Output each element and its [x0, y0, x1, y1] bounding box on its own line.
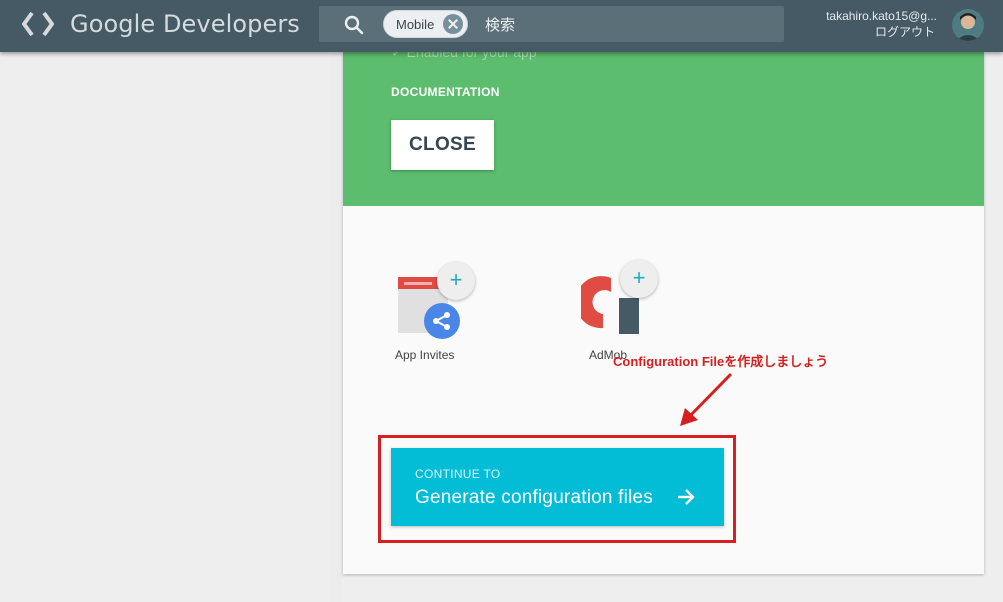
search-icon[interactable] — [343, 14, 365, 36]
documentation-link[interactable]: DOCUMENTATION — [391, 85, 500, 99]
service-label-app-invites: App Invites — [395, 348, 455, 362]
arrow-right-icon — [678, 489, 695, 505]
add-admob-button[interactable]: + — [620, 260, 658, 298]
annotation-text: Configuration Fileを作成しましょう — [613, 354, 829, 369]
add-app-invites-button[interactable]: + — [437, 262, 475, 300]
top-app-bar: Google Developers Mobile 検索 takahiro.kat… — [0, 0, 1003, 52]
logout-link[interactable]: ログアウト — [875, 23, 935, 40]
search-bar[interactable]: Mobile 検索 — [319, 6, 784, 42]
service-tile-app-invites[interactable]: + App Invites — [395, 262, 477, 372]
generate-config-label: Generate configuration files — [415, 487, 653, 508]
service-details-panel: ✓ Enabled for your app DOCUMENTATION CLO… — [343, 44, 984, 206]
continue-generate-config-button[interactable]: CONTINUE TO Generate configuration files — [391, 448, 724, 526]
user-email: takahiro.kato15@g... — [826, 9, 937, 23]
avatar-icon — [952, 9, 984, 41]
left-panel-edge — [330, 52, 342, 602]
site-title[interactable]: Google Developers — [70, 10, 300, 38]
close-button[interactable]: CLOSE — [391, 120, 494, 170]
chip-label: Mobile — [396, 17, 435, 32]
continue-to-label: CONTINUE TO — [415, 467, 501, 481]
avatar[interactable] — [952, 9, 984, 41]
chip-remove-icon[interactable] — [443, 14, 463, 34]
filter-chip-mobile[interactable]: Mobile — [383, 10, 468, 38]
search-input[interactable]: 検索 — [485, 14, 515, 35]
google-developers-logo-icon[interactable] — [22, 11, 54, 37]
annotation-arrow-icon — [680, 372, 733, 426]
